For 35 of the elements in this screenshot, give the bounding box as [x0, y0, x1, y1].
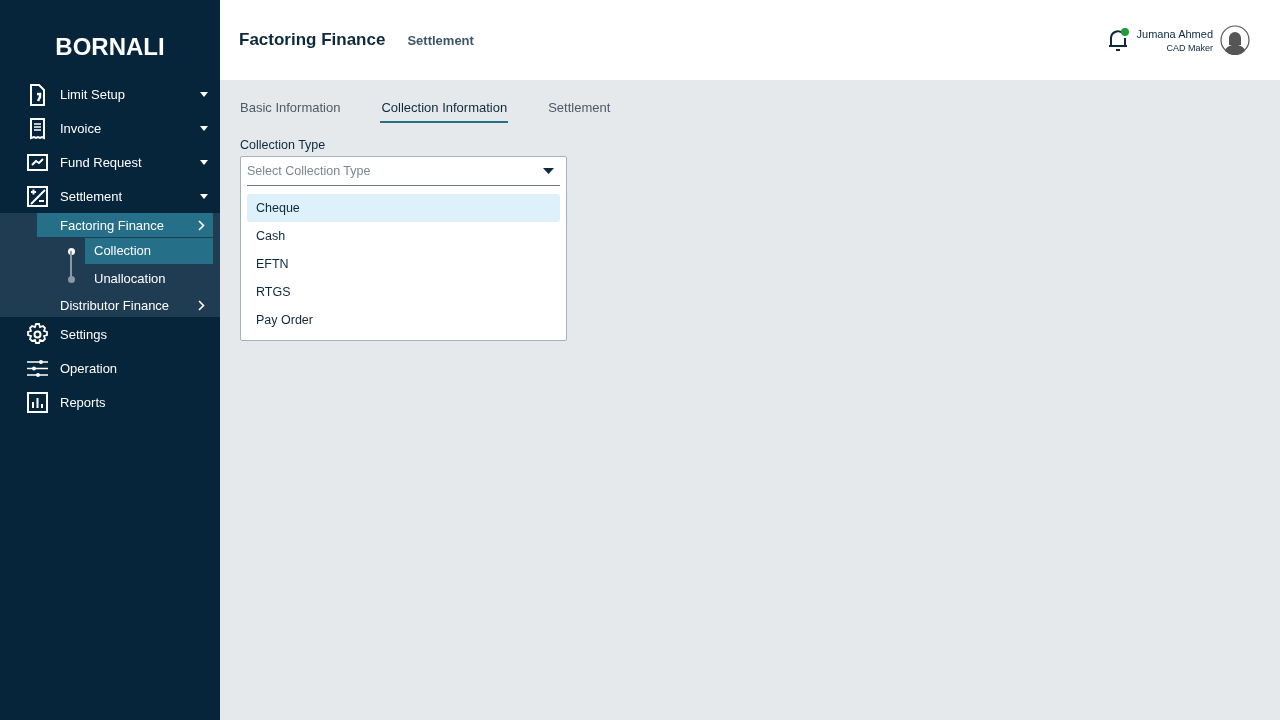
dropdown-option[interactable]: Cash: [247, 222, 560, 250]
caret-down-icon: [543, 168, 554, 174]
user-name: Jumana Ahmed: [1136, 27, 1213, 40]
sidebar-item[interactable]: Settings: [0, 317, 220, 351]
sidebar-item[interactable]: Limit Setup: [0, 77, 220, 111]
tab[interactable]: Collection Information: [380, 100, 509, 123]
caret-down-icon: [200, 193, 208, 199]
avatar-icon[interactable]: [1220, 25, 1250, 55]
page-title: Factoring Finance: [239, 30, 386, 50]
dropdown-option[interactable]: EFTN: [247, 250, 560, 278]
dropdown-option[interactable]: Cheque: [247, 194, 560, 222]
submenu-leaf[interactable]: Unallocation: [85, 266, 213, 292]
submenu-leaf[interactable]: Collection: [85, 238, 213, 264]
user-role: CAD Maker: [1166, 42, 1213, 53]
chevron-right-icon: [198, 299, 205, 311]
dropdown-option[interactable]: Pay Order: [247, 306, 560, 334]
sidebar-item[interactable]: Settlement: [0, 179, 220, 213]
select-field[interactable]: Select Collection Type: [247, 157, 560, 186]
sidebar-item[interactable]: Fund Request: [0, 145, 220, 179]
app-logo: BORNALI: [54, 32, 166, 62]
submenu-item[interactable]: Factoring Finance: [37, 213, 213, 237]
caret-down-icon: [200, 91, 208, 97]
bell-icon[interactable]: [1106, 28, 1129, 52]
tab[interactable]: Settlement: [547, 100, 612, 123]
breadcrumb[interactable]: Settlement: [407, 32, 1107, 48]
field-label: Collection Type: [240, 138, 327, 152]
dropdown-option[interactable]: RTGS: [247, 278, 560, 306]
chevron-right-icon: [198, 219, 205, 231]
caret-down-icon: [200, 159, 208, 165]
sidebar-item[interactable]: Operation: [0, 351, 220, 385]
tab[interactable]: Basic Information: [239, 100, 342, 123]
caret-down-icon: [200, 125, 208, 131]
sidebar-item[interactable]: Invoice: [0, 111, 220, 145]
submenu-item[interactable]: Distributor Finance: [37, 293, 213, 317]
sidebar-item[interactable]: Reports: [0, 385, 220, 419]
